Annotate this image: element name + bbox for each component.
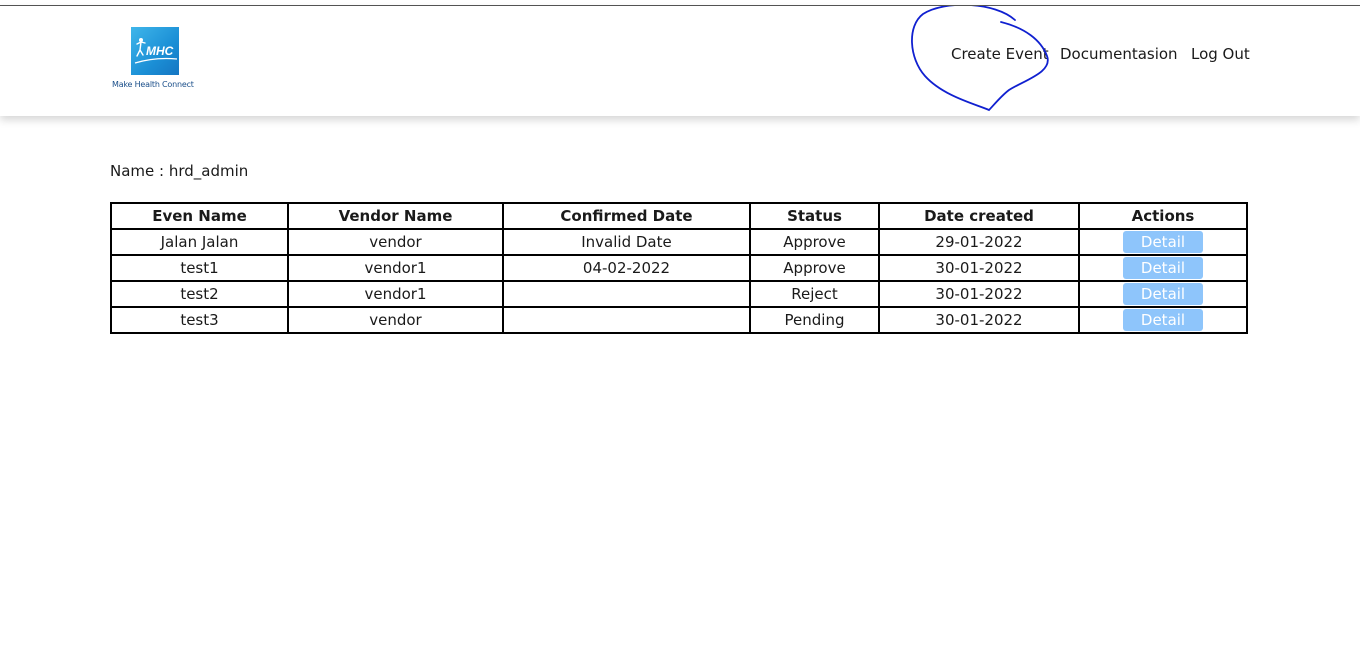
cell-confirmed-date xyxy=(502,280,751,308)
nav-logout[interactable]: Log Out xyxy=(1191,45,1250,63)
cell-actions: Detail xyxy=(1078,306,1248,334)
cell-date-created: 29-01-2022 xyxy=(878,228,1080,256)
table-row: test3 vendor Pending 30-01-2022 Detail xyxy=(110,306,1248,334)
header-status: Status xyxy=(749,202,880,230)
user-name-label: Name : hrd_admin xyxy=(110,162,249,180)
cell-date-created: 30-01-2022 xyxy=(878,306,1080,334)
cell-actions: Detail xyxy=(1078,280,1248,308)
cell-event-name: test1 xyxy=(110,254,289,282)
cell-date-created: 30-01-2022 xyxy=(878,280,1080,308)
cell-confirmed-date xyxy=(502,306,751,334)
cell-status: Approve xyxy=(749,254,880,282)
cell-event-name: Jalan Jalan xyxy=(110,228,289,256)
table-row: test2 vendor1 Reject 30-01-2022 Detail xyxy=(110,280,1248,308)
cell-event-name: test2 xyxy=(110,280,289,308)
nav-links: Create Event Documentasion Log Out xyxy=(0,45,1360,65)
cell-status: Reject xyxy=(749,280,880,308)
cell-actions: Detail xyxy=(1078,254,1248,282)
cell-status: Approve xyxy=(749,228,880,256)
detail-button[interactable]: Detail xyxy=(1123,309,1203,331)
events-table: Even Name Vendor Name Confirmed Date Sta… xyxy=(110,202,1248,334)
cell-vendor-name: vendor xyxy=(287,306,504,334)
cell-vendor-name: vendor1 xyxy=(287,254,504,282)
cell-vendor-name: vendor1 xyxy=(287,280,504,308)
cell-status: Pending xyxy=(749,306,880,334)
logo-tagline: Make Health Connect xyxy=(112,80,194,89)
header-vendor-name: Vendor Name xyxy=(287,202,504,230)
navbar: MHC Make Health Connect Create Event Doc… xyxy=(0,6,1360,116)
cell-date-created: 30-01-2022 xyxy=(878,254,1080,282)
header-actions: Actions xyxy=(1078,202,1248,230)
nav-documentation[interactable]: Documentasion xyxy=(1060,45,1178,63)
cell-event-name: test3 xyxy=(110,306,289,334)
header-date-created: Date created xyxy=(878,202,1080,230)
table-header-row: Even Name Vendor Name Confirmed Date Sta… xyxy=(110,202,1248,230)
detail-button[interactable]: Detail xyxy=(1123,283,1203,305)
detail-button[interactable]: Detail xyxy=(1123,231,1203,253)
cell-confirmed-date: Invalid Date xyxy=(502,228,751,256)
header-event-name: Even Name xyxy=(110,202,289,230)
cell-actions: Detail xyxy=(1078,228,1248,256)
cell-confirmed-date: 04-02-2022 xyxy=(502,254,751,282)
table-row: test1 vendor1 04-02-2022 Approve 30-01-2… xyxy=(110,254,1248,282)
table-row: Jalan Jalan vendor Invalid Date Approve … xyxy=(110,228,1248,256)
cell-vendor-name: vendor xyxy=(287,228,504,256)
detail-button[interactable]: Detail xyxy=(1123,257,1203,279)
nav-create-event[interactable]: Create Event xyxy=(951,45,1049,63)
header-confirmed-date: Confirmed Date xyxy=(502,202,751,230)
